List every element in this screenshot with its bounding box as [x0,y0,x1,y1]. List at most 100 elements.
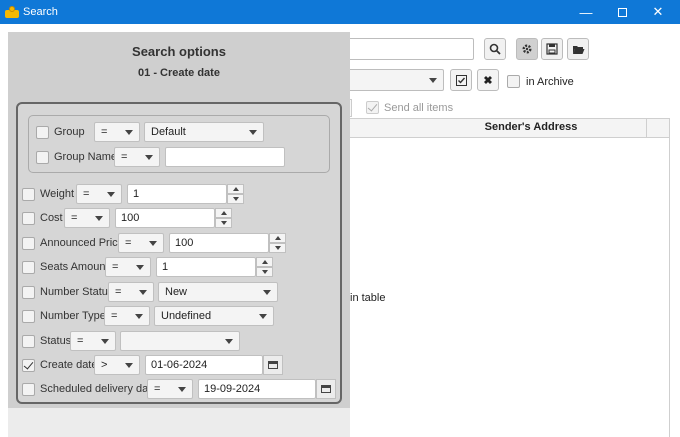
panel-subtitle: 01 - Create date [138,67,220,79]
search-input[interactable] [344,38,474,60]
spinner-up-icon[interactable] [256,257,273,267]
number-type-operator-select[interactable]: = [104,306,150,326]
number-type-select[interactable]: Undefined [154,306,274,326]
filter-row-group-name: Group Name = [36,147,285,167]
spinner-down-icon[interactable] [269,243,286,253]
seats-amount-spinner[interactable] [256,257,273,277]
announced-price-checkbox[interactable] [22,236,35,250]
create-date-picker-button[interactable] [263,355,283,375]
weight-checkbox[interactable] [22,187,35,201]
create-date-checkbox[interactable] [22,358,35,372]
chevron-down-icon [107,192,115,197]
create-date-input[interactable]: 01-06-2024 [145,355,263,375]
chevron-down-icon [149,241,157,246]
chevron-down-icon [263,290,271,295]
spinner-down-icon[interactable] [256,267,273,277]
settings-button[interactable] [516,38,538,60]
chevron-down-icon [145,155,153,160]
group-name-input[interactable] [165,147,285,167]
filter-row-group: Group = Default [36,122,264,142]
spinner-down-icon[interactable] [227,194,244,204]
announced-price-operator-value: = [125,237,132,249]
cost-checkbox[interactable] [22,211,35,225]
seats-amount-input[interactable]: 1 [156,257,256,277]
cost-operator-select[interactable]: = [64,208,110,228]
group-name-operator-select[interactable]: = [114,147,160,167]
minimize-button[interactable]: — [568,0,604,24]
chevron-down-icon [259,314,267,319]
search-icon [489,43,501,55]
cost-spinner[interactable] [215,208,232,228]
app-icon [5,6,19,18]
cost-label: Cost [40,212,63,224]
column-header-senders-address[interactable]: Sender's Address [416,121,646,133]
save-icon [546,43,558,55]
weight-operator-select[interactable]: = [76,184,122,204]
group-operator-select[interactable]: = [94,122,140,142]
in-archive-checkbox[interactable] [507,75,520,88]
weight-spinner[interactable] [227,184,244,204]
chevron-down-icon [125,363,133,368]
clear-button[interactable]: ✖ [477,69,499,91]
number-status-label: Number Status [40,286,114,298]
chevron-down-icon [95,216,103,221]
search-button[interactable] [484,38,506,60]
background-filter-combo[interactable] [344,69,444,91]
open-button[interactable] [567,38,589,60]
number-status-operator-select[interactable]: = [108,282,154,302]
window-title: Search [23,6,58,18]
chevron-down-icon [135,314,143,319]
filter-row-weight: Weight = 1 [22,184,244,204]
create-date-operator-select[interactable]: > [94,355,140,375]
weight-operator-value: = [83,188,90,200]
group-value: Default [151,126,186,138]
number-status-checkbox[interactable] [22,285,35,299]
spinner-down-icon[interactable] [215,218,232,228]
send-all-items-option: Send all items [366,101,453,114]
number-status-select[interactable]: New [158,282,278,302]
status-select[interactable] [120,331,240,351]
calendar-icon [268,361,278,369]
spinner-up-icon[interactable] [227,184,244,194]
scheduled-delivery-date-operator-value: = [154,383,161,395]
weight-input[interactable]: 1 [127,184,227,204]
filter-row-cost: Cost = 100 [22,208,232,228]
announced-price-operator-select[interactable]: = [118,233,164,253]
scheduled-delivery-date-operator-select[interactable]: = [147,379,193,399]
table-placeholder-text: in table [350,292,386,304]
filter-row-create-date: Create date > 01-06-2024 [22,355,283,375]
scheduled-delivery-date-picker-button[interactable] [316,379,336,399]
panel-title: Search options [132,44,226,59]
chevron-down-icon [139,290,147,295]
number-status-value: New [165,286,188,298]
status-operator-value: = [77,335,84,347]
group-select[interactable]: Default [144,122,264,142]
announced-price-input[interactable]: 100 [169,233,269,253]
number-type-label: Number Type [40,310,106,322]
group-name-checkbox[interactable] [36,150,49,164]
announced-price-spinner[interactable] [269,233,286,253]
group-operator-value: = [101,126,108,138]
number-type-checkbox[interactable] [22,309,35,323]
column-separator [646,118,647,138]
table-border [669,138,670,437]
chevron-down-icon [429,78,437,83]
status-checkbox[interactable] [22,334,35,348]
scheduled-delivery-date-input[interactable]: 19-09-2024 [198,379,316,399]
filter-row-seats-amount: Seats Amount = 1 [22,257,273,277]
cost-input[interactable]: 100 [115,208,215,228]
close-button[interactable]: ✕ [640,0,676,24]
spinner-up-icon[interactable] [215,208,232,218]
status-operator-select[interactable]: = [70,331,116,351]
spinner-up-icon[interactable] [269,233,286,243]
apply-button[interactable] [450,69,472,91]
scheduled-delivery-date-checkbox[interactable] [22,382,35,396]
group-checkbox[interactable] [36,125,49,139]
filter-row-status: Status = [22,331,240,351]
maximize-button[interactable] [604,0,640,24]
in-archive-option[interactable]: in Archive [507,75,574,88]
seats-amount-checkbox[interactable] [22,260,35,274]
chevron-down-icon [101,339,109,344]
save-button[interactable] [541,38,563,60]
seats-amount-operator-select[interactable]: = [105,257,151,277]
